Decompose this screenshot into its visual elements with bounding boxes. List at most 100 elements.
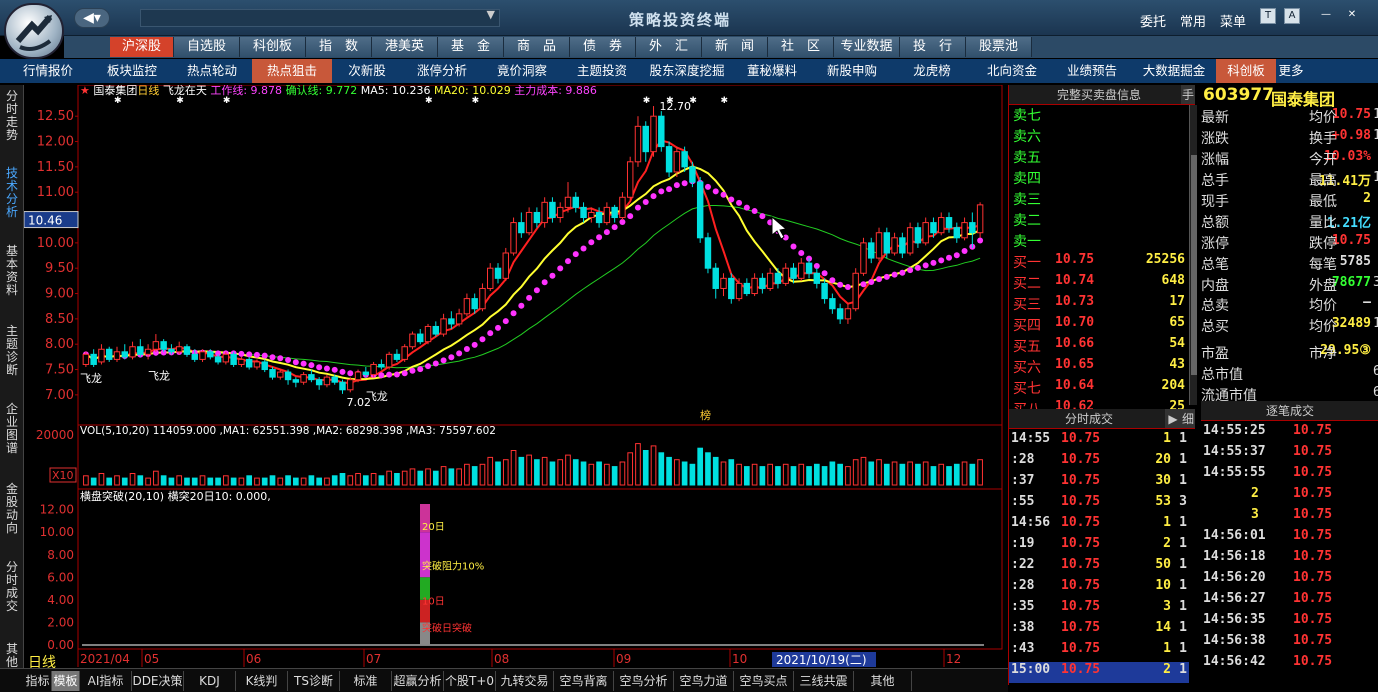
trade-row[interactable]: 14:56:18 10.75 (1201, 549, 1378, 570)
tick-row[interactable]: 14:56 10.75 1 1 (1009, 515, 1189, 536)
tick-row[interactable]: :22 10.75 50 1 (1009, 557, 1189, 578)
menu-item-1[interactable]: 自选股 (174, 37, 240, 57)
bid-row[interactable]: 买七 10.64 204 (1009, 378, 1189, 399)
submenu-item-15[interactable]: 科创板 (1216, 59, 1276, 83)
bid-row[interactable]: 买三 10.73 17 (1009, 294, 1189, 315)
trade-row[interactable]: 3 10.75 (1201, 507, 1378, 528)
bottom-tab-12[interactable]: 空鸟分析 (614, 671, 674, 691)
submenu-item-12[interactable]: 北向资金 (972, 59, 1052, 83)
tick-row[interactable]: :37 10.75 30 1 (1009, 473, 1189, 494)
kline-chart[interactable]: 12.5012.0011.5011.0010.5010.009.509.008.… (23, 83, 1008, 670)
bottom-tab-15[interactable]: 三线共震 (794, 671, 854, 691)
bid-row[interactable]: 买六 10.65 43 (1009, 357, 1189, 378)
address-dropdown-icon[interactable]: ▼ (487, 8, 495, 21)
left-tab-5[interactable]: 金股动向 (2, 483, 22, 535)
bottom-tab-2[interactable]: AI指标 (80, 671, 132, 691)
ask-row[interactable]: 卖七 (1009, 105, 1189, 126)
left-tab-1[interactable]: 技术分析 (2, 167, 22, 219)
bottom-tab-6[interactable]: TS诊断 (288, 671, 340, 691)
ask-row[interactable]: 卖四 (1009, 168, 1189, 189)
trade-row[interactable]: 2 10.75 (1201, 486, 1378, 507)
tick-row[interactable]: :28 10.75 20 1 (1009, 452, 1189, 473)
menu-item-12[interactable]: 投 行 (900, 37, 966, 57)
submenu-item-6[interactable]: 竟价洞察 (482, 59, 562, 83)
tick-row[interactable]: :35 10.75 3 1 (1009, 599, 1189, 620)
ticks-detail-button[interactable]: 细 (1181, 409, 1195, 429)
bottom-tab-8[interactable]: 超赢分析 (392, 671, 444, 691)
submenu-item-4[interactable]: 次新股 (332, 59, 402, 83)
font-a-icon[interactable]: A (1284, 8, 1300, 24)
submenu-item-16[interactable]: 更多 (1276, 59, 1306, 83)
minimize-icon[interactable]: — (1318, 8, 1334, 24)
trade-row[interactable]: 14:56:35 10.75 (1201, 612, 1378, 633)
submenu-item-8[interactable]: 股东深度挖掘 (642, 59, 732, 83)
submenu-item-5[interactable]: 涨停分析 (402, 59, 482, 83)
ask-row[interactable]: 卖五 (1009, 147, 1189, 168)
menu-item-2[interactable]: 科创板 (240, 37, 306, 57)
ask-row[interactable]: 卖六 (1009, 126, 1189, 147)
period-label[interactable]: 日线 (24, 653, 60, 673)
orderbook-scrollbar[interactable] (1189, 105, 1197, 405)
orderbook-unit-button[interactable]: 手 (1181, 85, 1195, 105)
trade-row[interactable]: 14:55:25 10.75 (1201, 423, 1378, 444)
bottom-tab-9[interactable]: 个股T+0 (444, 671, 496, 691)
tick-row[interactable]: :55 10.75 53 3 (1009, 494, 1189, 515)
close-icon[interactable]: ✕ (1344, 8, 1360, 24)
ticks-expand-icon[interactable]: ▶ (1165, 409, 1181, 429)
common-link[interactable]: 常用 (1180, 11, 1206, 30)
menu-item-8[interactable]: 外 汇 (636, 37, 702, 57)
bottom-tab-3[interactable]: DDE决策 (132, 671, 184, 691)
bottom-tab-5[interactable]: K线判 (236, 671, 288, 691)
left-tab-3[interactable]: 主题诊断 (2, 325, 22, 377)
address-box[interactable]: ▼ (140, 8, 500, 27)
bottom-tab-10[interactable]: 九转交易 (496, 671, 554, 691)
submenu-item-2[interactable]: 热点轮动 (172, 59, 252, 83)
submenu-item-7[interactable]: 主题投资 (562, 59, 642, 83)
ask-row[interactable]: 卖三 (1009, 189, 1189, 210)
menu-item-3[interactable]: 指 数 (306, 37, 372, 57)
menu-item-6[interactable]: 商 品 (504, 37, 570, 57)
bottom-tab-14[interactable]: 空鸟买点 (734, 671, 794, 691)
bottom-tab-1[interactable]: 模板 (52, 671, 80, 691)
trade-row[interactable]: 14:56:20 10.75 (1201, 570, 1378, 591)
chart-area[interactable]: 12.5012.0011.5011.0010.5010.009.509.008.… (23, 83, 1008, 670)
left-tab-7[interactable]: 其他 (2, 643, 22, 669)
left-tab-2[interactable]: 基本资料 (2, 245, 22, 297)
submenu-item-11[interactable]: 龙虎榜 (892, 59, 972, 83)
bottom-tab-7[interactable]: 标准 (340, 671, 392, 691)
left-tab-0[interactable]: 分时走势 (2, 90, 22, 142)
ask-row[interactable]: 卖一 (1009, 231, 1189, 252)
bottom-tab-0[interactable]: 指标 (24, 671, 52, 691)
trade-row[interactable]: 14:56:42 10.75 (1201, 654, 1378, 675)
menu-item-4[interactable]: 港美英 (372, 37, 438, 57)
submenu-item-1[interactable]: 板块监控 (92, 59, 172, 83)
tick-row[interactable]: :28 10.75 10 1 (1009, 578, 1189, 599)
tick-row[interactable]: :38 10.75 14 1 (1009, 620, 1189, 641)
submenu-item-10[interactable]: 新股申购 (812, 59, 892, 83)
tick-row[interactable]: :43 10.75 1 1 (1009, 641, 1189, 662)
submenu-item-13[interactable]: 业绩预告 (1052, 59, 1132, 83)
trade-row[interactable]: 14:55:55 10.75 (1201, 465, 1378, 486)
menu-item-7[interactable]: 债 券 (570, 37, 636, 57)
delegate-link[interactable]: 委托 (1140, 11, 1166, 30)
theme-t-icon[interactable]: T (1260, 8, 1276, 24)
ask-row[interactable]: 卖二 (1009, 210, 1189, 231)
bid-row[interactable]: 买二 10.74 648 (1009, 273, 1189, 294)
trade-row[interactable]: 14:56:27 10.75 (1201, 591, 1378, 612)
submenu-item-3[interactable]: 热点狙击 (252, 59, 332, 83)
submenu-item-9[interactable]: 董秘爆料 (732, 59, 812, 83)
menu-item-0[interactable]: 沪深股 (110, 37, 174, 57)
bottom-tab-4[interactable]: KDJ (184, 671, 236, 691)
menu-item-10[interactable]: 社 区 (768, 37, 834, 57)
menu-item-11[interactable]: 专业数据 (834, 37, 900, 57)
bid-row[interactable]: 买五 10.66 54 (1009, 336, 1189, 357)
trade-row[interactable]: 14:56:38 10.75 (1201, 633, 1378, 654)
left-tab-4[interactable]: 企业图谱 (2, 403, 22, 455)
trade-row[interactable]: 14:56:01 10.75 (1201, 528, 1378, 549)
bottom-tab-11[interactable]: 空鸟背离 (554, 671, 614, 691)
tick-row[interactable]: 14:55 10.75 1 1 (1009, 431, 1189, 452)
bid-row[interactable]: 买一 10.75 25256 (1009, 252, 1189, 273)
back-button[interactable]: ◀▾ (74, 8, 110, 28)
menu-item-9[interactable]: 新 闻 (702, 37, 768, 57)
submenu-item-0[interactable]: 行情报价 (4, 59, 92, 83)
